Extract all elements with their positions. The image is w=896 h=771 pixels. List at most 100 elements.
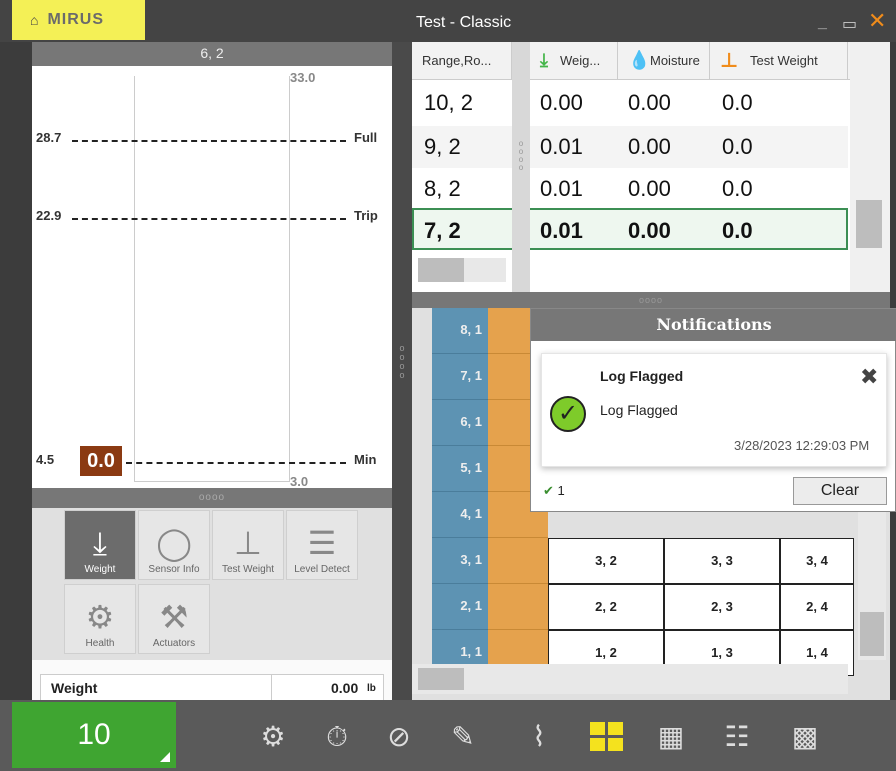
grid-cell[interactable]: 3, 3 bbox=[664, 538, 780, 584]
actuator-icon: ⚒ bbox=[159, 599, 189, 635]
grid-view-icon[interactable] bbox=[590, 722, 624, 752]
horizontal-scrollbar[interactable] bbox=[412, 664, 848, 694]
scrollbar-thumb[interactable] bbox=[860, 612, 884, 656]
current-reading: 0.0 bbox=[80, 446, 122, 476]
grid-row-label[interactable]: 7, 1 bbox=[432, 354, 488, 400]
trip-level-label: Trip bbox=[354, 208, 378, 223]
scrollbar-thumb[interactable] bbox=[856, 200, 882, 248]
home-icon: ⌂ bbox=[30, 12, 40, 28]
chart-icon[interactable]: ⌇ bbox=[524, 722, 554, 752]
table-row[interactable]: 10, 2 0.00 0.00 0.0 bbox=[412, 82, 848, 124]
weight-value: 0.00 bbox=[331, 680, 359, 696]
pass-counter-button[interactable]: 10 bbox=[12, 702, 176, 768]
notification-item[interactable]: Log Flagged ✓ Log Flagged 3/28/2023 12:2… bbox=[541, 353, 887, 467]
dismiss-notification-button[interactable]: ✖ bbox=[860, 364, 878, 390]
min-level-line bbox=[126, 462, 346, 464]
cell-moisture: 0.00 bbox=[628, 176, 671, 201]
timer-icon[interactable]: ⏱ bbox=[322, 722, 352, 752]
vertical-scrollbar[interactable] bbox=[850, 42, 890, 292]
grid-cell[interactable]: 2, 2 bbox=[548, 584, 664, 630]
table-row-selected[interactable]: 7, 2 0.01 0.00 0.0 bbox=[412, 208, 848, 250]
grip-icon: oooo bbox=[518, 139, 524, 172]
calculator-icon[interactable]: ▩ bbox=[790, 722, 820, 752]
grip-icon: oooo bbox=[399, 343, 405, 380]
min-level-label: Min bbox=[354, 452, 377, 467]
pass-count: 10 bbox=[77, 718, 111, 751]
notifications-title: Notifications bbox=[531, 309, 896, 341]
cell-moisture: 0.00 bbox=[628, 90, 671, 115]
moisture-column-icon: 💧 bbox=[628, 50, 651, 70]
tool-test-weight[interactable]: ⊥ Test Weight bbox=[212, 510, 284, 580]
gears-icon: ⚙ bbox=[85, 599, 115, 635]
horizontal-scrollbar[interactable] bbox=[418, 258, 506, 282]
cell-weight: 0.00 bbox=[540, 90, 583, 115]
column-splitter[interactable]: oooo bbox=[512, 42, 530, 292]
grid-cell[interactable]: 2, 3 bbox=[664, 584, 780, 630]
tool-label: Test Weight bbox=[221, 564, 275, 575]
vertical-splitter[interactable]: oooo bbox=[392, 42, 412, 702]
table-view-icon[interactable]: ☷ bbox=[722, 722, 752, 752]
grid-row-label[interactable]: 2, 1 bbox=[432, 584, 488, 630]
full-level-line bbox=[72, 140, 346, 142]
notification-timestamp: 3/28/2023 12:29:03 PM bbox=[734, 438, 870, 453]
scrollbar-thumb[interactable] bbox=[418, 258, 464, 282]
pencil-icon[interactable]: ✎ bbox=[448, 722, 478, 752]
grid-row-label[interactable]: 8, 1 bbox=[432, 308, 488, 354]
corner-indicator-icon bbox=[160, 752, 170, 762]
test-weight-column-icon: ⊥ bbox=[720, 50, 739, 72]
notification-count: ✔ 1 bbox=[543, 483, 565, 499]
grid-cell[interactable]: 3, 2 bbox=[548, 538, 664, 584]
weight-unit: lb bbox=[367, 683, 376, 694]
tool-actuators[interactable]: ⚒ Actuators bbox=[138, 584, 210, 654]
trip-level-line bbox=[72, 218, 346, 220]
tool-level-detect[interactable]: ☰ Level Detect bbox=[286, 510, 358, 580]
grid-cell[interactable]: 3, 4 bbox=[780, 538, 854, 584]
column-range[interactable]: Range,Ro... bbox=[412, 42, 512, 80]
notification-title: Log Flagged bbox=[600, 368, 684, 384]
full-level-value: 28.7 bbox=[36, 130, 62, 145]
tool-palette: ⤓ Weight ◯ Sensor Info ⊥ Test Weight ☰ L… bbox=[32, 508, 392, 660]
grid-row-label[interactable]: 3, 1 bbox=[432, 538, 488, 584]
weight-readout-divider bbox=[271, 675, 272, 701]
compass-icon[interactable]: ⊘ bbox=[384, 722, 414, 752]
panel-splitter[interactable]: oooo bbox=[32, 488, 392, 508]
data-table: Range,Ro... Weig... ⤓ Moisture 💧 Test We… bbox=[412, 42, 890, 292]
title-bar: ⌂ MIRUS Test - Classic _ ▭ ✕ bbox=[0, 0, 896, 42]
grid-cell[interactable]: 2, 4 bbox=[780, 584, 854, 630]
home-button[interactable]: ⌂ MIRUS bbox=[12, 0, 145, 40]
tool-health[interactable]: ⚙ Health bbox=[64, 584, 136, 654]
clear-button[interactable]: Clear bbox=[793, 477, 887, 505]
tool-label: Sensor Info bbox=[148, 564, 200, 575]
weight-readout: Weight 0.00 lb bbox=[40, 674, 384, 702]
settings-gears-icon[interactable]: ⚙ bbox=[258, 722, 288, 752]
minimize-button[interactable]: _ bbox=[818, 14, 827, 32]
download-icon: ⤓ bbox=[92, 525, 108, 561]
tool-weight[interactable]: ⤓ Weight bbox=[64, 510, 136, 580]
tool-label: Health bbox=[85, 638, 115, 649]
scrollbar-thumb[interactable] bbox=[418, 668, 464, 690]
grid-row-label[interactable]: 5, 1 bbox=[432, 446, 488, 492]
tool-sensor-info[interactable]: ◯ Sensor Info bbox=[138, 510, 210, 580]
horizontal-splitter[interactable]: oooo bbox=[412, 292, 890, 308]
tool-label: Level Detect bbox=[294, 564, 350, 575]
vertical-scrollbar[interactable] bbox=[858, 508, 886, 660]
grid-cell[interactable] bbox=[488, 538, 548, 584]
restore-button[interactable]: ▭ bbox=[842, 14, 857, 34]
cell-test-weight: 0.0 bbox=[722, 218, 753, 243]
grid-row-label[interactable]: 6, 1 bbox=[432, 400, 488, 446]
min-level-value: 4.5 bbox=[36, 452, 55, 467]
table-row[interactable]: 9, 2 0.01 0.00 0.0 bbox=[412, 126, 848, 168]
window-title: Test - Classic bbox=[416, 14, 512, 31]
table-row[interactable]: 8, 2 0.01 0.00 0.0 bbox=[412, 168, 848, 210]
field-map-icon[interactable]: ▦ bbox=[656, 722, 686, 752]
cell-range: 8, 2 bbox=[424, 176, 461, 201]
grid-cell[interactable] bbox=[488, 584, 548, 630]
cell-test-weight: 0.0 bbox=[722, 90, 753, 115]
trip-level-value: 22.9 bbox=[36, 208, 62, 223]
cell-test-weight: 0.0 bbox=[722, 176, 753, 201]
cell-moisture: 0.00 bbox=[628, 134, 671, 159]
cell-range: 9, 2 bbox=[424, 134, 461, 159]
grid-row-label[interactable]: 4, 1 bbox=[432, 492, 488, 538]
check-icon: ✔ bbox=[543, 483, 554, 498]
close-button[interactable]: ✕ bbox=[868, 10, 886, 32]
